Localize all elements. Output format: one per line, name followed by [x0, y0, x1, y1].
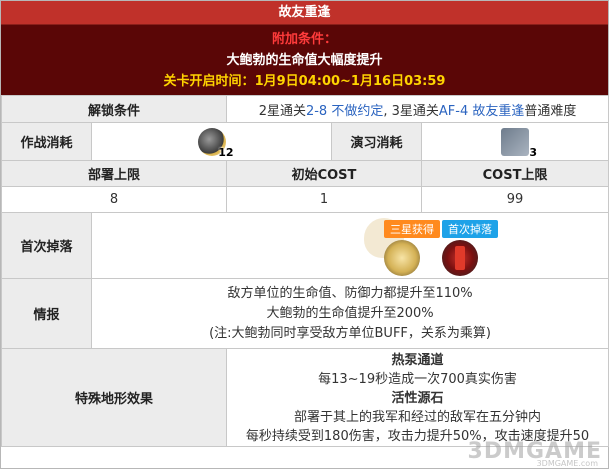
practice-ticket-icon: 3 — [501, 127, 537, 159]
cost-limit-header: COST上限 — [421, 160, 609, 187]
intel-label: 情报 — [1, 278, 92, 349]
cost-limit-value: 99 — [421, 186, 609, 213]
battle-cost-value: 12 — [90, 122, 333, 161]
time-value: 1月9日04:00~1月16日03:59 — [254, 74, 446, 89]
terrain-title: 活性源石 — [391, 391, 444, 406]
unlock-text-2: , 3星通关 — [383, 103, 439, 119]
terrain-desc: 每13~19秒造成一次700真实伤害 — [318, 372, 517, 387]
drone-icon: 12 — [197, 127, 234, 159]
first-drop-label: 首次掉落 — [1, 212, 92, 279]
intel-row: 情报 敌方单位的生命值、防御力都提升至110% 大鲍勃的生命值提升至200% (… — [1, 278, 609, 349]
terrain-value: 热泵通道 每13~19秒造成一次700真实伤害 活性源石 部署于其上的我军和经过… — [226, 348, 609, 447]
conditions-effect: 大鲍勃的生命值大幅度提升 — [226, 53, 383, 68]
unlock-label: 解锁条件 — [0, 95, 228, 123]
initial-cost-value: 1 — [226, 186, 423, 213]
unlock-row: 解锁条件 2星通关2-8 不做约定, 3星通关AF-4 故友重逢普通难度 — [0, 95, 609, 123]
first-drop-row: 首次掉落 三星获得 首次掉落 — [1, 212, 609, 279]
conditions-heading: 附加条件： — [271, 32, 337, 47]
stage-info-table: 解锁条件 2星通关2-8 不做约定, 3星通关AF-4 故友重逢普通难度 作战消… — [0, 95, 609, 447]
intel-line: 大鲍勃的生命值提升至200% — [266, 305, 434, 321]
terrain-label: 特殊地形效果 — [0, 348, 228, 447]
battle-cost-count: 12 — [218, 145, 234, 159]
deploy-header-row: 部署上限 初始COST COST上限 — [0, 160, 609, 187]
unlock-link-2-8[interactable]: 2-8 不做约定 — [306, 104, 383, 119]
drop-items: 三星获得 首次掉落 — [92, 214, 608, 278]
initial-cost-header: 初始COST — [226, 160, 423, 187]
conditions-banner: 附加条件： 大鲍勃的生命值大幅度提升 关卡开启时间：1月9日04:00~1月16… — [1, 25, 608, 95]
practice-cost-value: 3 — [421, 122, 609, 161]
unlock-text-1: 2星通关 — [258, 103, 306, 119]
intel-value: 敌方单位的生命值、防御力都提升至110% 大鲍勃的生命值提升至200% (注:大… — [90, 278, 609, 349]
practice-cost-count: 3 — [529, 145, 538, 159]
terrain-title: 热泵通道 — [391, 353, 444, 368]
intel-line: (注:大鲍勃同时享受敌方单位BUFF，关系为乘算) — [209, 325, 491, 341]
intel-line: 敌方单位的生命值、防御力都提升至110% — [227, 285, 473, 301]
drop-item-red-icon[interactable] — [442, 239, 478, 276]
conditions-time: 关卡开启时间：1月9日04:00~1月16日03:59 — [1, 71, 608, 92]
terrain-row: 特殊地形效果 热泵通道 每13~19秒造成一次700真实伤害 活性源石 部署于其… — [0, 348, 609, 447]
three-star-tag: 三星获得 — [384, 219, 440, 238]
time-label: 关卡开启时间： — [163, 74, 255, 89]
unlock-link-af-4[interactable]: AF-4 故友重逢 — [439, 104, 524, 119]
deploy-limit-header: 部署上限 — [0, 160, 228, 187]
terrain-desc: 部署于其上的我军和经过的敌军在五分钟内 — [294, 410, 542, 425]
battle-cost-label: 作战消耗 — [1, 122, 92, 161]
deploy-limit-value: 8 — [0, 186, 228, 213]
stage-title: 故友重逢 — [1, 1, 608, 25]
watermark-url: 3DMGAME.com — [536, 459, 598, 468]
unlock-text-3: 普通难度 — [524, 103, 577, 119]
deploy-value-row: 8 1 99 — [0, 186, 609, 213]
first-drop-value: 三星获得 首次掉落 — [90, 212, 609, 279]
first-drop-tag: 首次掉落 — [442, 219, 498, 238]
unlock-value: 2星通关2-8 不做约定, 3星通关AF-4 故友重逢普通难度 — [226, 95, 609, 123]
practice-cost-label: 演习消耗 — [331, 122, 423, 161]
stage-info-panel: 故友重逢 附加条件： 大鲍勃的生命值大幅度提升 关卡开启时间：1月9日04:00… — [0, 0, 609, 469]
cost-row: 作战消耗 12 演习消耗 3 — [1, 122, 609, 161]
drop-item-gold-icon[interactable] — [384, 239, 420, 276]
